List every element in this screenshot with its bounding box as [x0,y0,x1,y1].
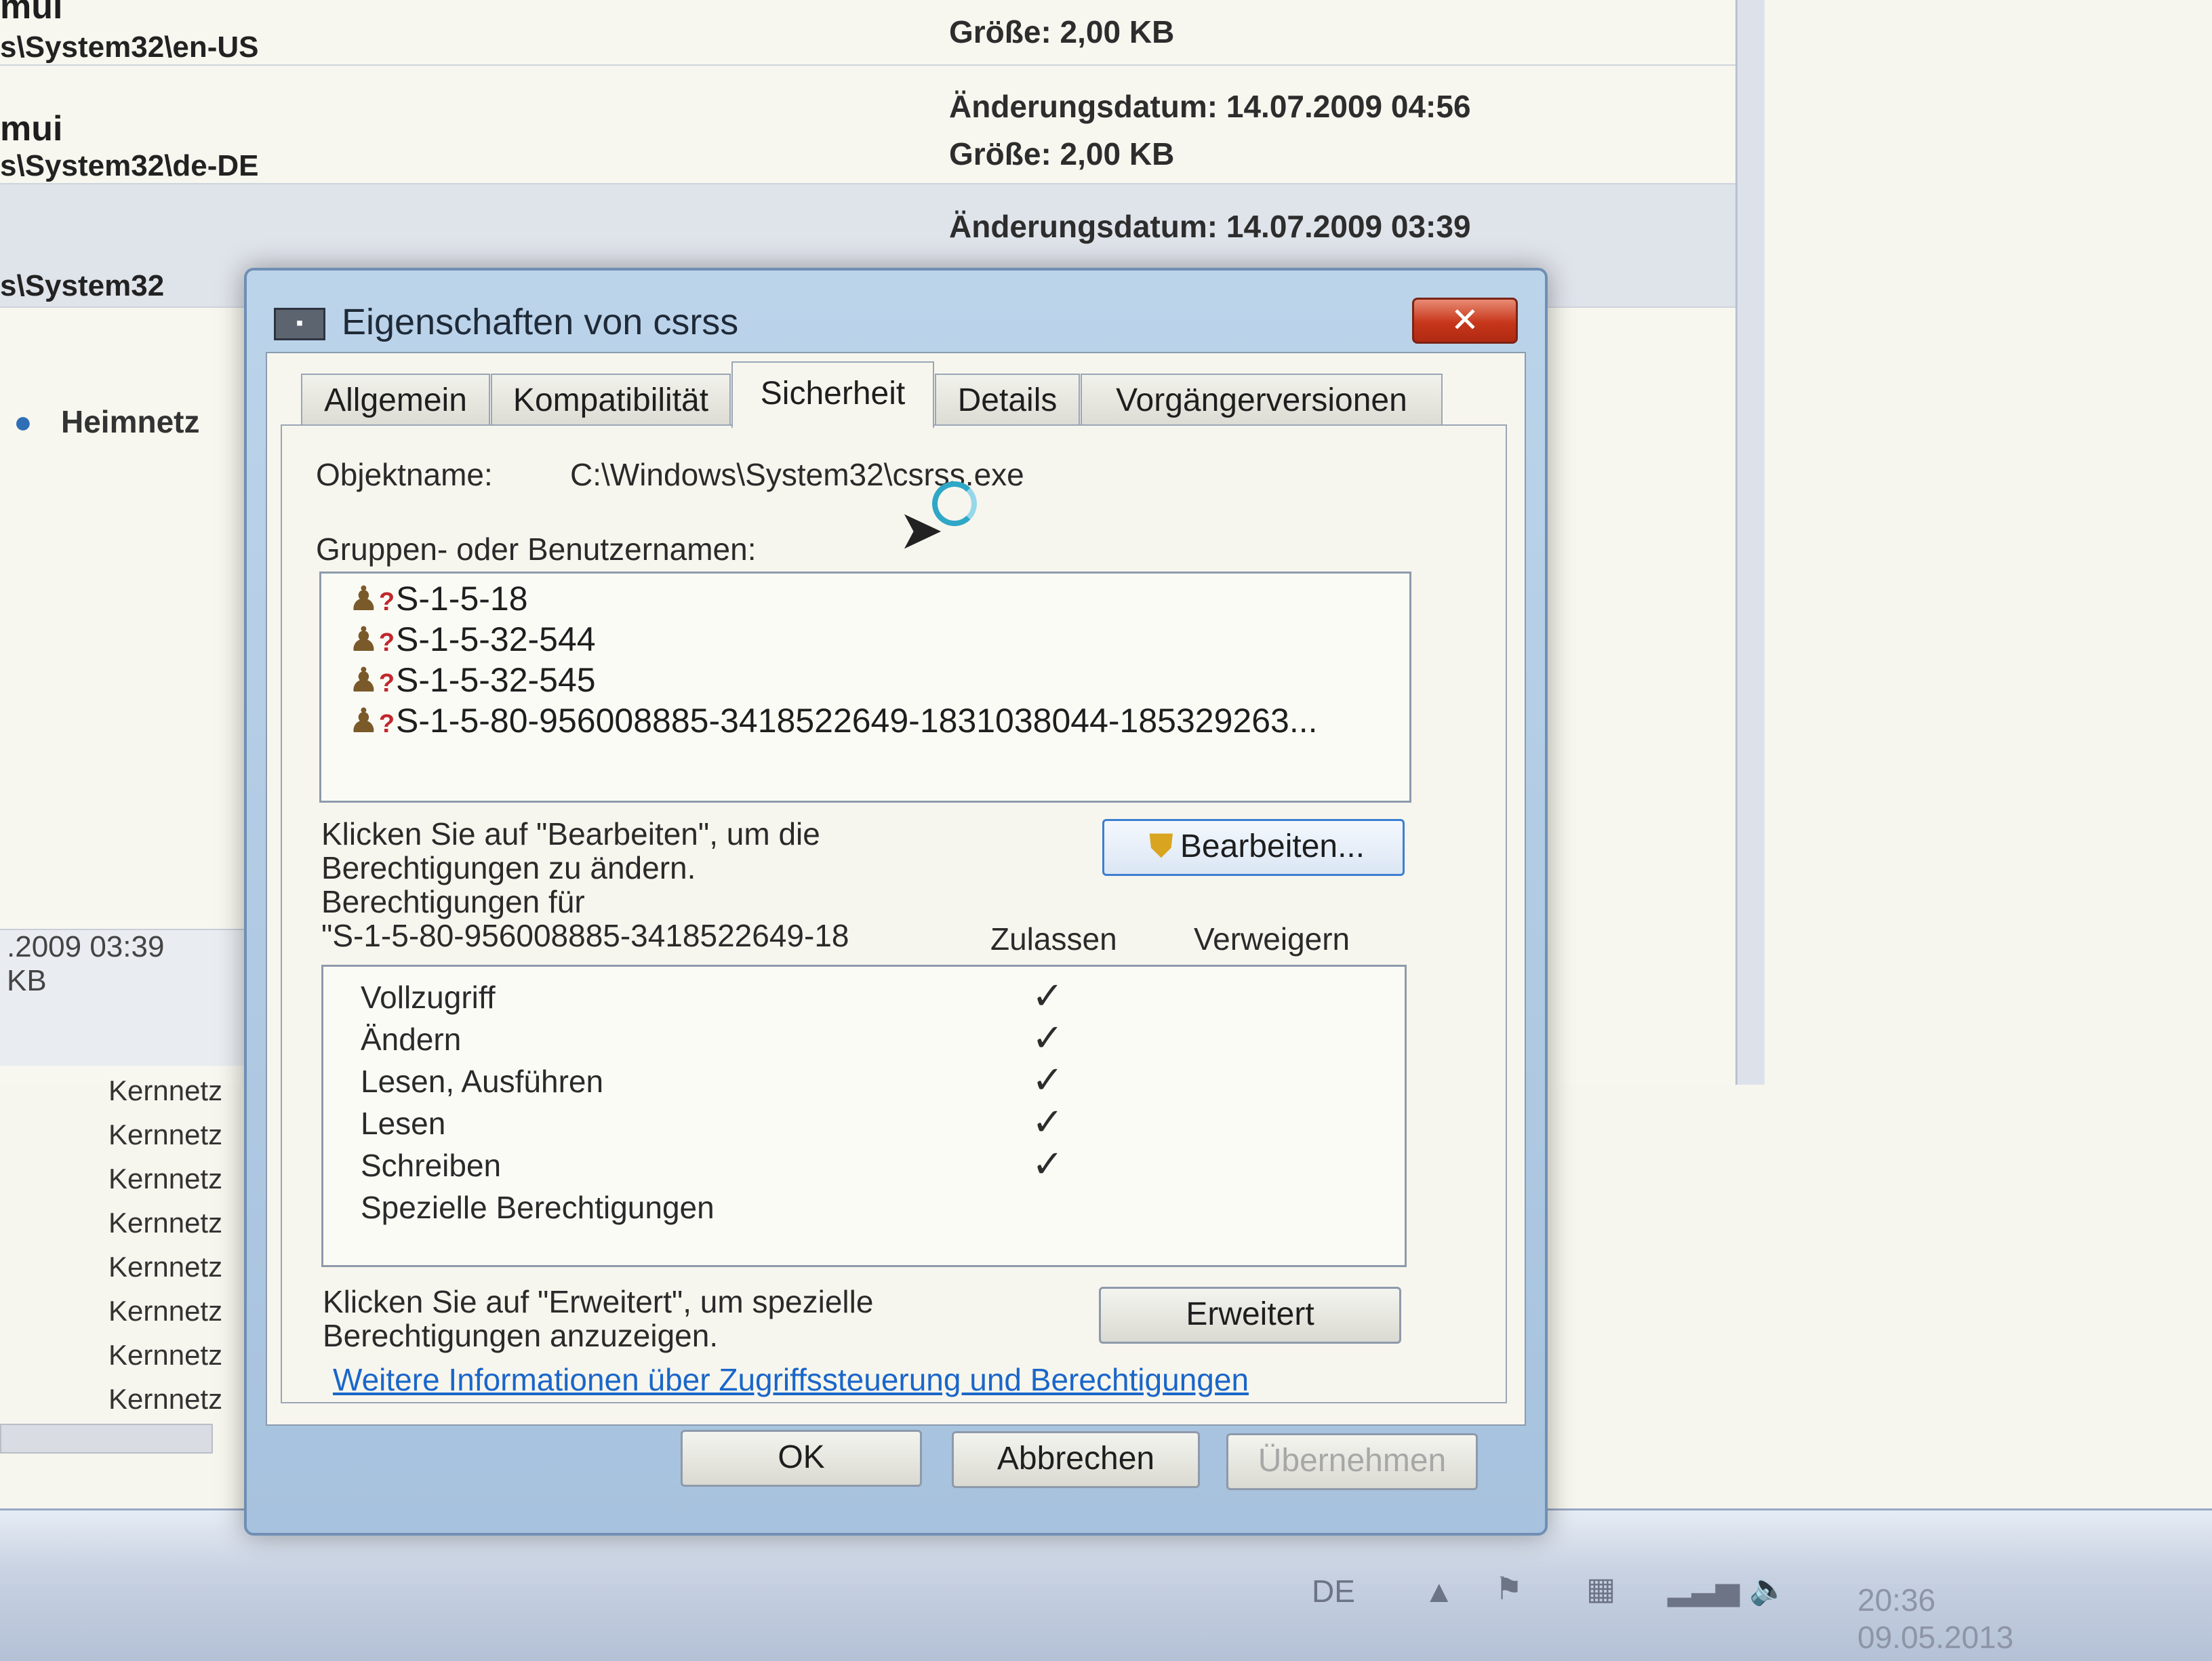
groups-label: Gruppen- oder Benutzernamen: [316,532,757,567]
permissions-for-label: Berechtigungen für [321,884,585,919]
permissions-list[interactable]: Vollzugriff ✓ Ändern ✓ Lesen, Ausführen … [321,965,1407,1267]
uac-shield-icon: ⛊ [1148,828,1173,864]
tab-vorgaengerversionen[interactable]: Vorgängerversionen [1081,374,1443,427]
list-item[interactable]: Kernnetz [108,1163,222,1195]
list-item[interactable]: Kernnetz [108,1295,222,1327]
file-name: mui [0,109,63,148]
dialog-title: Eigenschaften von csrss [342,302,739,342]
allow-check-icon: ✓ [1032,1142,1064,1185]
nav-item-heimnetz[interactable]: ● Heimnetz [14,403,199,440]
volume-icon[interactable]: 🔈 [1749,1570,1788,1607]
groups-listbox[interactable]: ♟?S-1-5-18 ♟?S-1-5-32-544 ♟?S-1-5-32-545… [319,572,1411,803]
file-path: s\System32 [0,269,165,302]
permission-row: Vollzugriff [361,980,496,1015]
ok-button[interactable]: OK [681,1430,922,1487]
tab-details[interactable]: Details [935,374,1080,427]
clock-date[interactable]: 09.05.2013 [1857,1619,2013,1656]
homegroup-icon: ● [14,404,33,439]
unknown-user-icon: ♟? [348,620,395,658]
allow-check-icon: ✓ [1032,1016,1064,1059]
list-item[interactable]: ♟?S-1-5-18 [348,579,528,618]
permission-row: Ändern [361,1022,462,1057]
details-date: .2009 03:39 [7,930,165,963]
file-name: mui [0,0,63,26]
list-item[interactable]: ♟?S-1-5-32-545 [348,660,596,700]
permission-row: Schreiben [361,1148,502,1183]
file-path: s\System32\en-US [0,31,259,64]
edit-hint: Klicken Sie auf "Bearbeiten", um die [321,816,820,852]
permission-row: Spezielle Berechtigungen [361,1190,715,1225]
details-size: KB [7,964,47,997]
horizontal-scrollbar[interactable] [0,1424,213,1454]
busy-spinner-icon [932,481,977,526]
window-edge [1735,0,1765,1085]
action-center-flag-icon[interactable]: ⚑ [1495,1570,1523,1607]
dialog-content: Allgemein Kompatibilität Sicherheit Deta… [266,352,1526,1426]
tab-sicherheit[interactable]: Sicherheit [731,361,934,428]
apply-button[interactable]: Übernehmen [1226,1433,1478,1490]
list-item[interactable]: ♟?S-1-5-32-544 [348,620,596,659]
signal-icon[interactable]: ▂▃▅ [1668,1570,1740,1607]
language-indicator[interactable]: DE [1312,1573,1355,1609]
list-item[interactable]: ♟?S-1-5-80-956008885-3418522649-18310380… [348,701,1318,740]
window-icon: ▪ [274,308,325,340]
tab-kompatibilitaet[interactable]: Kompatibilität [491,374,731,427]
tab-allgemein[interactable]: Allgemein [301,374,490,427]
permission-row: Lesen [361,1106,446,1141]
dialog-titlebar[interactable]: ▪ Eigenschaften von csrss ✕ [247,271,1545,345]
show-hidden-icons-icon[interactable]: ▲ [1424,1573,1455,1609]
list-item[interactable]: Kernnetz [108,1339,222,1372]
allow-check-icon: ✓ [1032,974,1064,1017]
list-item[interactable]: Kernnetz [108,1075,222,1107]
clock-time[interactable]: 20:36 [1857,1582,1935,1618]
file-meta: Größe: 2,00 KB [949,136,1175,172]
allow-check-icon: ✓ [1032,1100,1064,1143]
file-path: s\System32\de-DE [0,149,259,182]
file-meta: Änderungsdatum: 14.07.2009 03:39 [949,209,1471,244]
edit-button[interactable]: ⛊ Bearbeiten... [1102,819,1405,876]
file-meta: Größe: 2,00 KB [949,14,1175,49]
cancel-button[interactable]: Abbrechen [952,1431,1200,1488]
properties-dialog: ▪ Eigenschaften von csrss ✕ Allgemein Ko… [244,268,1548,1536]
unknown-user-icon: ♟? [348,661,395,699]
list-item[interactable]: Kernnetz [108,1119,222,1151]
object-name-label: Objektname: [316,457,493,492]
file-row[interactable]: mui s\System32\de-DE Änderungsdatum: 14.… [0,75,1735,184]
file-row[interactable]: mui s\System32\en-US Größe: 2,00 KB [0,0,1735,66]
advanced-hint: Klicken Sie auf "Erweitert", um speziell… [323,1284,874,1319]
file-meta: Änderungsdatum: 14.07.2009 04:56 [949,89,1471,124]
column-deny: Verweigern [1194,921,1350,957]
close-button[interactable]: ✕ [1412,298,1518,344]
advanced-button[interactable]: Erweitert [1099,1287,1401,1344]
edit-hint: Berechtigungen zu ändern. [321,850,696,885]
unknown-user-icon: ♟? [348,580,395,618]
allow-check-icon: ✓ [1032,1058,1064,1101]
column-allow: Zulassen [990,921,1117,957]
network-icon[interactable]: ▦ [1586,1570,1615,1607]
security-tab-panel: Objektname: C:\Windows\System32\csrss.ex… [281,424,1507,1403]
permissions-for-value: "S-1-5-80-956008885-3418522649-18 [321,918,849,953]
list-item[interactable]: Kernnetz [108,1251,222,1283]
list-item[interactable]: Kernnetz [108,1207,222,1239]
list-item[interactable]: Kernnetz [108,1383,222,1416]
advanced-hint: Berechtigungen anzuzeigen. [323,1318,719,1353]
details-pane: .2009 03:39 KB [0,929,271,1066]
permission-row: Lesen, Ausführen [361,1064,604,1099]
more-info-link[interactable]: Weitere Informationen über Zugriffssteue… [333,1361,1249,1398]
unknown-user-icon: ♟? [348,702,395,740]
